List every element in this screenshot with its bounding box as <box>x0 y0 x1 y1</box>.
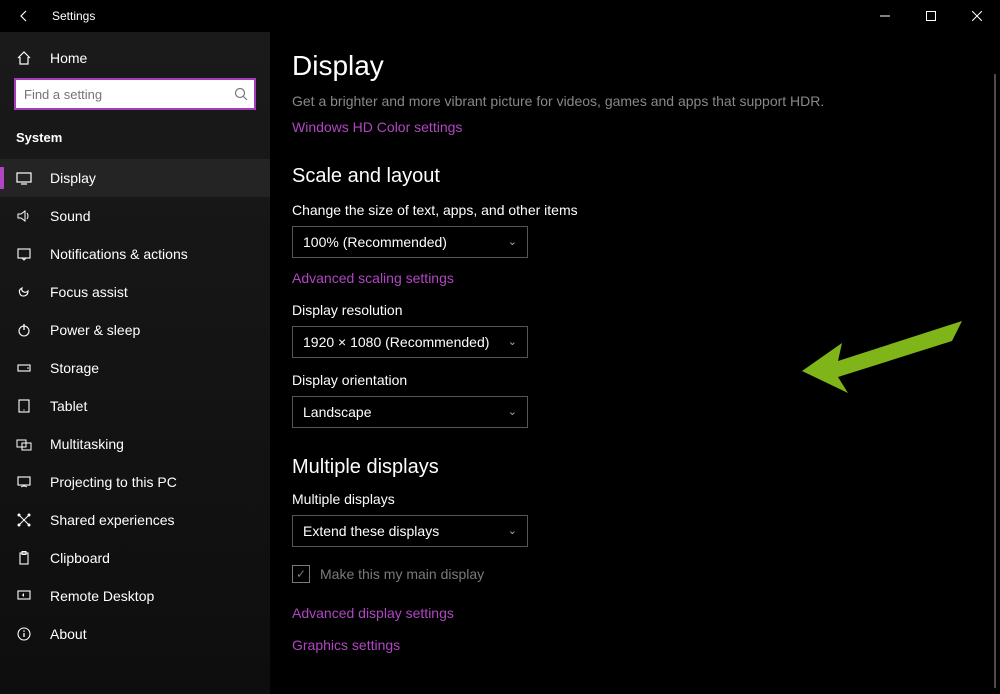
window-title: Settings <box>52 9 95 23</box>
close-icon <box>972 11 982 21</box>
sidebar-item-clipboard[interactable]: Clipboard <box>0 539 270 577</box>
main-display-checkbox: ✓ <box>292 565 310 583</box>
chevron-down-icon: ⌄ <box>508 524 517 537</box>
sidebar-item-label: Power & sleep <box>50 322 140 338</box>
chevron-down-icon: ⌄ <box>508 235 517 248</box>
dropdown-value: 1920 × 1080 (Recommended) <box>303 334 489 350</box>
hd-color-settings-link[interactable]: Windows HD Color settings <box>292 119 462 135</box>
sidebar-item-projecting[interactable]: Projecting to this PC <box>0 463 270 501</box>
power-icon <box>16 322 32 338</box>
sidebar-item-power-sleep[interactable]: Power & sleep <box>0 311 270 349</box>
sidebar-item-notifications[interactable]: Notifications & actions <box>0 235 270 273</box>
sidebar-item-label: Tablet <box>50 398 87 414</box>
sidebar-item-label: Display <box>50 170 96 186</box>
multiple-displays-dropdown[interactable]: Extend these displays ⌄ <box>292 515 528 547</box>
sidebar-item-display[interactable]: Display <box>0 159 270 197</box>
sidebar-item-label: Multitasking <box>50 436 124 452</box>
minimize-icon <box>880 11 890 21</box>
main-display-checkbox-label: Make this my main display <box>320 566 484 582</box>
resolution-dropdown[interactable]: 1920 × 1080 (Recommended) ⌄ <box>292 326 528 358</box>
scale-layout-heading: Scale and layout <box>292 165 1000 188</box>
close-button[interactable] <box>954 0 1000 32</box>
maximize-icon <box>926 11 936 21</box>
sidebar-item-remote-desktop[interactable]: Remote Desktop <box>0 577 270 615</box>
graphics-settings-link[interactable]: Graphics settings <box>292 637 400 653</box>
sidebar-item-label: About <box>50 626 87 642</box>
sidebar-item-label: Notifications & actions <box>50 246 188 262</box>
sound-icon <box>16 208 32 224</box>
text-size-dropdown[interactable]: 100% (Recommended) ⌄ <box>292 226 528 258</box>
sidebar-item-label: Remote Desktop <box>50 588 154 604</box>
arrow-left-icon <box>17 9 31 23</box>
advanced-scaling-link[interactable]: Advanced scaling settings <box>292 270 454 286</box>
dropdown-value: Landscape <box>303 404 372 420</box>
sidebar-item-label: Clipboard <box>50 550 110 566</box>
window-controls <box>862 0 1000 32</box>
resolution-label: Display resolution <box>292 302 1000 318</box>
focus-assist-icon <box>16 284 32 300</box>
notifications-icon <box>16 246 32 262</box>
annotation-arrow-icon <box>802 321 972 401</box>
sidebar-item-label: Shared experiences <box>50 512 175 528</box>
shared-experiences-icon <box>16 512 32 528</box>
sidebar: Home System Display Sound Notificat <box>0 32 270 694</box>
titlebar: Settings <box>0 0 1000 32</box>
dropdown-value: Extend these displays <box>303 523 439 539</box>
sidebar-item-tablet[interactable]: Tablet <box>0 387 270 425</box>
multiple-displays-label: Multiple displays <box>292 491 1000 507</box>
home-label: Home <box>50 50 87 66</box>
sidebar-item-focus-assist[interactable]: Focus assist <box>0 273 270 311</box>
storage-icon <box>16 360 32 376</box>
minimize-button[interactable] <box>862 0 908 32</box>
sidebar-item-label: Sound <box>50 208 90 224</box>
sidebar-section-header: System <box>0 124 270 159</box>
display-icon <box>16 170 32 186</box>
hdr-description: Get a brighter and more vibrant picture … <box>292 92 832 111</box>
about-icon <box>16 626 32 642</box>
sidebar-item-multitasking[interactable]: Multitasking <box>0 425 270 463</box>
multiple-displays-heading: Multiple displays <box>292 456 1000 479</box>
back-button[interactable] <box>0 0 48 32</box>
advanced-display-link[interactable]: Advanced display settings <box>292 605 454 621</box>
home-button[interactable]: Home <box>0 40 270 78</box>
projecting-icon <box>16 474 32 490</box>
sidebar-item-label: Focus assist <box>50 284 128 300</box>
sidebar-item-label: Projecting to this PC <box>50 474 177 490</box>
remote-desktop-icon <box>16 588 32 604</box>
sidebar-item-shared-experiences[interactable]: Shared experiences <box>0 501 270 539</box>
orientation-label: Display orientation <box>292 372 1000 388</box>
clipboard-icon <box>16 550 32 566</box>
chevron-down-icon: ⌄ <box>508 335 517 348</box>
content-area: Display Get a brighter and more vibrant … <box>270 32 1000 694</box>
dropdown-value: 100% (Recommended) <box>303 234 447 250</box>
sidebar-item-about[interactable]: About <box>0 615 270 653</box>
sidebar-item-sound[interactable]: Sound <box>0 197 270 235</box>
orientation-dropdown[interactable]: Landscape ⌄ <box>292 396 528 428</box>
text-size-label: Change the size of text, apps, and other… <box>292 202 1000 218</box>
sidebar-item-storage[interactable]: Storage <box>0 349 270 387</box>
page-title: Display <box>292 50 1000 82</box>
sidebar-item-label: Storage <box>50 360 99 376</box>
main-display-checkbox-row: ✓ Make this my main display <box>292 565 1000 583</box>
tablet-icon <box>16 398 32 414</box>
home-icon <box>16 50 32 66</box>
multitasking-icon <box>16 436 32 452</box>
chevron-down-icon: ⌄ <box>508 405 517 418</box>
search-input[interactable] <box>14 78 256 110</box>
scrollbar[interactable] <box>994 74 996 688</box>
maximize-button[interactable] <box>908 0 954 32</box>
